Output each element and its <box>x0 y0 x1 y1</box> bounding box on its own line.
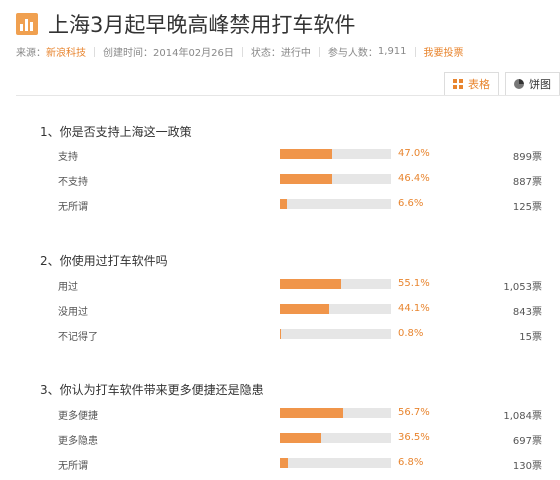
result-bar-fill <box>280 329 281 339</box>
option-votes: 899票 <box>512 152 542 163</box>
result-bar-fill <box>280 199 288 209</box>
result-bar-fill <box>280 458 288 468</box>
pie-icon <box>514 79 524 89</box>
question-title: 3、你认为打车软件带来更多便捷还是隐患 <box>40 383 264 397</box>
option-percent: 6.6% <box>398 198 424 209</box>
option-votes: 125票 <box>512 202 542 213</box>
option-label: 不支持 <box>58 177 88 188</box>
option-percent: 47.0% <box>398 148 430 159</box>
divider <box>94 46 95 57</box>
result-bar <box>280 174 391 184</box>
option-votes: 130票 <box>512 461 542 472</box>
bar-chart-icon <box>16 13 38 35</box>
result-bar <box>280 199 391 209</box>
tab-pie[interactable]: 饼图 <box>505 72 560 96</box>
option-votes: 1,084票 <box>503 411 542 422</box>
source-label: 来源： <box>16 48 46 59</box>
status-label: 状态： <box>250 48 281 59</box>
option-label: 支持 <box>58 152 78 163</box>
option-votes: 887票 <box>512 177 542 188</box>
option-percent: 0.8% <box>398 328 424 339</box>
option-percent: 6.8% <box>398 457 424 468</box>
option-label: 不记得了 <box>58 332 98 343</box>
view-tabs: 表格 饼图 <box>438 72 560 96</box>
header-divider <box>16 95 560 96</box>
option-votes: 15票 <box>519 332 542 343</box>
option-label: 无所谓 <box>58 202 88 213</box>
created-label: 创建时间： <box>103 48 153 59</box>
option-percent: 55.1% <box>398 278 430 289</box>
question-title: 1、你是否支持上海这一政策 <box>40 125 192 139</box>
participants-value: 1,911 <box>377 46 407 57</box>
result-bar <box>280 408 391 418</box>
result-bar-fill <box>280 279 342 289</box>
meta-info: 来源： 新浪科技 创建时间： 2014年02月26日 状态： 进行中 参与人数：… <box>16 44 464 59</box>
result-bar <box>280 279 391 289</box>
result-bar <box>280 304 391 314</box>
option-label: 无所谓 <box>58 461 88 472</box>
option-votes: 1,053票 <box>503 282 542 293</box>
result-bar <box>280 433 391 443</box>
option-label: 更多便捷 <box>58 411 98 422</box>
result-bar-fill <box>280 433 321 443</box>
result-bar <box>280 149 391 159</box>
participants-label: 参与人数： <box>327 48 378 59</box>
vote-link[interactable]: 我要投票 <box>424 44 464 59</box>
option-percent: 44.1% <box>398 303 430 314</box>
option-percent: 56.7% <box>398 407 430 418</box>
result-bar <box>280 329 391 339</box>
divider <box>318 46 320 57</box>
result-bar <box>280 458 391 468</box>
page-title: 上海3月起早晚高峰禁用打车软件 <box>48 13 356 37</box>
option-label: 更多隐患 <box>58 436 98 447</box>
option-votes: 697票 <box>512 436 542 447</box>
created-value: 2014年02月26日 <box>153 48 234 59</box>
option-votes: 843票 <box>512 307 542 318</box>
tab-pie-label: 饼图 <box>529 78 551 91</box>
result-bar-fill <box>280 174 332 184</box>
page-header: 上海3月起早晚高峰禁用打车软件 <box>16 8 355 40</box>
result-bar-fill <box>280 304 329 314</box>
option-percent: 36.5% <box>398 432 430 443</box>
divider <box>241 46 243 57</box>
tab-table[interactable]: 表格 <box>444 72 499 96</box>
option-percent: 46.4% <box>398 173 430 184</box>
tab-table-label: 表格 <box>468 78 490 91</box>
grid-icon <box>453 79 463 89</box>
divider <box>414 46 416 57</box>
question-title: 2、你使用过打车软件吗 <box>40 254 168 268</box>
option-label: 用过 <box>58 282 78 293</box>
status-value: 进行中 <box>280 48 311 59</box>
source-link[interactable]: 新浪科技 <box>46 44 86 59</box>
option-label: 没用过 <box>58 307 88 318</box>
result-bar-fill <box>280 408 343 418</box>
result-bar-fill <box>280 149 333 159</box>
